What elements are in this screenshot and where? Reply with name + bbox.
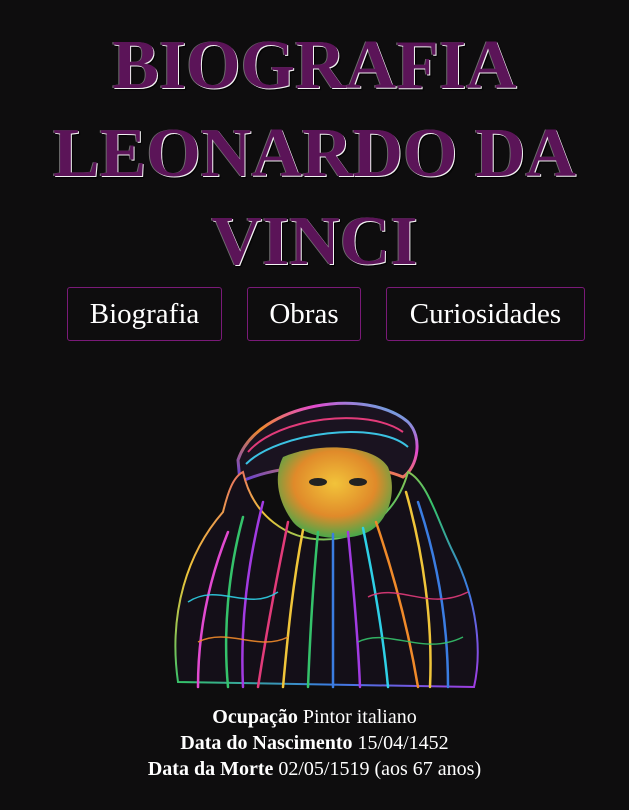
occupation-value: Pintor italiano [302,706,417,728]
title-line-3: VINCI [211,203,418,280]
info-section: Ocupação Pintor italiano Data do Nascime… [0,704,629,782]
birth-row: Data do Nascimento 15/04/1452 [0,730,629,756]
occupation-label: Ocupação [212,706,298,728]
death-label: Data da Morte [147,758,274,780]
birth-label: Data do Nascimento [180,732,353,754]
death-value: 02/05/1519 (aos 67 anos) [278,758,482,780]
main-nav: Biografia Obras Curiosidades [0,287,629,343]
title-line-2: LEONARDO DA [52,115,577,192]
death-row: Data da Morte 02/05/1519 (aos 67 anos) [0,756,629,782]
nav-obras-button[interactable]: Obras [247,287,361,341]
occupation-row: Ocupação Pintor italiano [0,704,629,730]
nav-curiosidades-button[interactable]: Curiosidades [386,287,585,341]
page-title: BIOGRAFIA LEONARDO DA VINCI [0,22,629,286]
nav-biografia-button[interactable]: Biografia [67,287,222,341]
title-line-1: BIOGRAFIA [112,27,517,104]
portrait-shapes [174,401,479,689]
leonardo-portrait-image [174,401,479,689]
birth-value: 15/04/1452 [357,732,449,754]
